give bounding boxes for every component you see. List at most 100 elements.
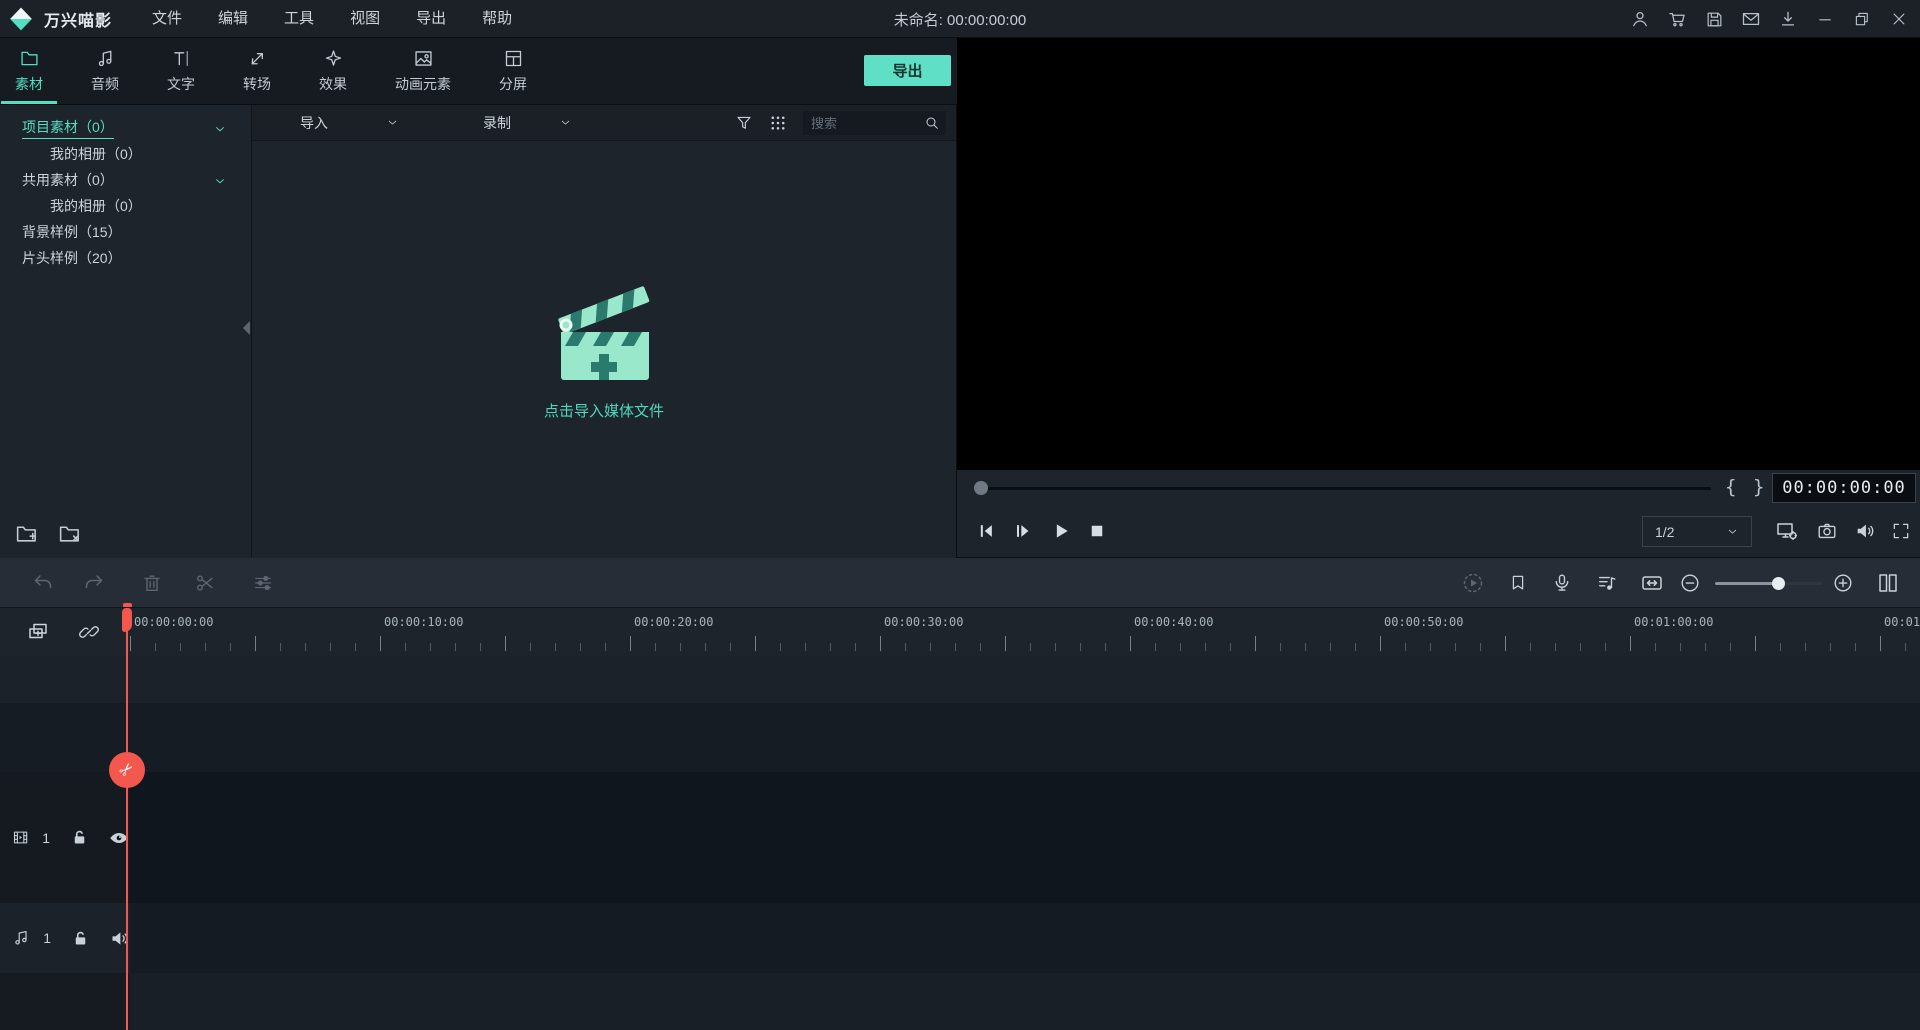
tab-media[interactable]: 素材 — [1, 38, 57, 104]
film-track-icon — [12, 827, 29, 848]
sidebar-item-project-media[interactable]: 项目素材（0） — [0, 115, 251, 141]
mark-in-icon[interactable]: { — [1725, 476, 1736, 498]
search-input[interactable] — [809, 115, 924, 132]
zoom-slider[interactable] — [1715, 582, 1822, 585]
timeline-bottom-row[interactable] — [0, 973, 1920, 1030]
menu-export[interactable]: 导出 — [398, 0, 464, 38]
undo-icon[interactable] — [30, 570, 56, 596]
search-field[interactable] — [803, 111, 946, 135]
audio-track-icon — [12, 928, 30, 948]
zoom-in-icon[interactable] — [1830, 570, 1856, 596]
import-dropdown[interactable]: 导入 — [300, 113, 399, 133]
ruler-label: 00:00:50:00 — [1384, 615, 1463, 629]
voiceover-mic-icon[interactable] — [1549, 570, 1575, 596]
add-track-icon[interactable] — [26, 620, 50, 644]
menu-view[interactable]: 视图 — [332, 0, 398, 38]
delete-icon[interactable] — [139, 570, 165, 596]
playhead[interactable]: ✂ — [126, 608, 128, 1030]
text-icon — [171, 48, 192, 69]
playhead-top[interactable] — [123, 603, 132, 607]
search-icon[interactable] — [924, 115, 940, 131]
library-sidebar: 项目素材（0） 我的相册（0） 共用素材（0） 我的相册（0） 背景样例（15）… — [0, 105, 252, 558]
preview-viewport[interactable] — [957, 38, 1920, 470]
sidebar-item-background-samples[interactable]: 背景样例（15） — [0, 219, 251, 245]
menu-edit[interactable]: 编辑 — [200, 0, 266, 38]
zoom-out-icon[interactable] — [1677, 570, 1703, 596]
video-track-lane[interactable] — [0, 772, 1920, 903]
audio-track-lane[interactable] — [0, 903, 1920, 973]
mail-icon[interactable] — [1740, 8, 1762, 30]
volume-icon[interactable] — [1852, 518, 1878, 544]
marker-icon[interactable] — [1505, 570, 1531, 596]
scissors-icon[interactable]: ✂ — [109, 752, 145, 788]
preview-seekbar[interactable] — [981, 487, 1711, 490]
link-icon[interactable] — [78, 621, 100, 643]
ruler-label: 00:01:00:00 — [1634, 615, 1713, 629]
ruler-label: 00:00:20:00 — [634, 615, 713, 629]
tab-audio[interactable]: 音频 — [77, 38, 133, 104]
render-preview-icon[interactable] — [1460, 570, 1486, 596]
adjust-icon[interactable] — [250, 570, 276, 596]
filter-icon[interactable] — [735, 114, 753, 132]
mark-out-icon[interactable]: } — [1753, 476, 1764, 498]
export-button[interactable]: 导出 — [864, 55, 951, 86]
cart-icon[interactable] — [1666, 8, 1688, 30]
audio-mixer-icon[interactable] — [1594, 570, 1620, 596]
delete-folder-icon[interactable] — [57, 521, 82, 546]
preview-controls: { } 00:00:00:00 1/2 — [957, 470, 1920, 558]
split-scissors-icon[interactable] — [192, 570, 218, 596]
preview-timecode: 00:00:00:00 — [1772, 473, 1916, 503]
menu-help[interactable]: 帮助 — [464, 0, 530, 38]
fit-timeline-icon[interactable] — [1639, 570, 1665, 596]
app-name: 万兴喵影 — [44, 7, 112, 31]
timeline-gap-row[interactable] — [0, 656, 1920, 703]
tab-transitions[interactable]: 转场 — [229, 38, 285, 104]
music-note-icon — [95, 48, 116, 69]
media-empty-state[interactable]: 点击导入媒体文件 — [252, 141, 956, 558]
restore-icon[interactable] — [1851, 8, 1873, 30]
redo-icon[interactable] — [81, 570, 107, 596]
snapshot-icon[interactable] — [1814, 518, 1840, 544]
tab-elements[interactable]: 动画元素 — [381, 38, 465, 104]
timeline: 00:00:00:00 00:00:10:00 00:00:20:00 00:0… — [0, 608, 1920, 1030]
lock-open-icon[interactable] — [71, 929, 90, 948]
tab-split-screen[interactable]: 分屏 — [485, 38, 541, 104]
sidebar-collapse-icon[interactable] — [243, 321, 250, 335]
chevron-down-icon[interactable] — [213, 174, 227, 188]
timeline-ruler[interactable]: 00:00:00:00 00:00:10:00 00:00:20:00 00:0… — [130, 608, 1920, 656]
stop-icon[interactable] — [1082, 516, 1112, 546]
previous-frame-icon[interactable] — [971, 516, 1001, 546]
sidebar-item-intro-samples[interactable]: 片头样例（20） — [0, 245, 251, 271]
sidebar-item-shared-media[interactable]: 共用素材（0） — [0, 167, 251, 193]
grid-view-icon[interactable] — [769, 114, 787, 132]
sidebar-item-my-album-2[interactable]: 我的相册（0） — [0, 193, 251, 219]
video-track-header: 1 — [0, 772, 130, 903]
account-icon[interactable] — [1629, 8, 1651, 30]
display-settings-icon[interactable] — [1774, 518, 1800, 544]
play-icon[interactable] — [1046, 516, 1076, 546]
timeline-upper-row[interactable] — [0, 703, 1920, 772]
save-icon[interactable] — [1703, 8, 1725, 30]
zoom-slider-handle[interactable] — [1772, 577, 1785, 590]
import-hint-text: 点击导入媒体文件 — [544, 400, 664, 421]
record-dropdown[interactable]: 录制 — [483, 113, 572, 133]
tab-text[interactable]: 文字 — [153, 38, 209, 104]
fullscreen-icon[interactable] — [1888, 518, 1914, 544]
seekbar-handle[interactable] — [974, 481, 988, 495]
menu-tools[interactable]: 工具 — [266, 0, 332, 38]
download-icon[interactable] — [1777, 8, 1799, 30]
ruler-label: 00:00:00:00 — [134, 615, 213, 629]
track-panel-icon[interactable] — [1875, 570, 1901, 596]
next-frame-icon[interactable] — [1008, 516, 1038, 546]
preview-zoom-select[interactable]: 1/2 — [1642, 516, 1752, 547]
sidebar-item-my-album-1[interactable]: 我的相册（0） — [0, 141, 251, 167]
menu-file[interactable]: 文件 — [134, 0, 200, 38]
chevron-down-icon[interactable] — [213, 122, 227, 136]
lock-open-icon[interactable] — [70, 828, 89, 847]
playhead-handle[interactable] — [122, 608, 132, 632]
new-folder-icon[interactable] — [14, 521, 39, 546]
close-icon[interactable] — [1888, 8, 1910, 30]
tab-effects[interactable]: 效果 — [305, 38, 361, 104]
minimize-icon[interactable] — [1814, 8, 1836, 30]
video-track-number: 1 — [42, 830, 50, 846]
